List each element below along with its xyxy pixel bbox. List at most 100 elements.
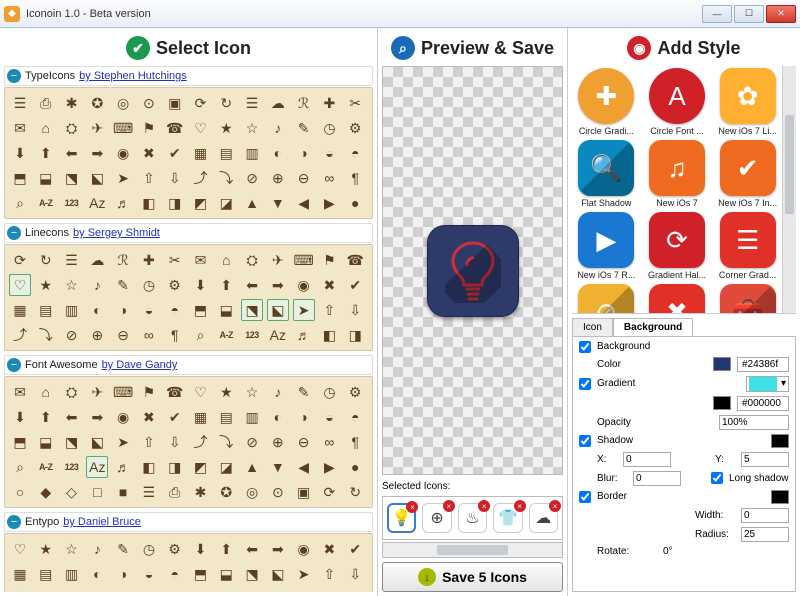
icon-cell[interactable]: ✚ (138, 249, 160, 271)
icon-cell[interactable]: ⤵ (215, 431, 237, 453)
icon-cell[interactable]: Aᴢ (86, 192, 108, 214)
icon-cell[interactable]: ● (344, 192, 366, 214)
icon-cell[interactable]: ✱ (61, 92, 83, 114)
icon-cell[interactable]: ⇩ (344, 563, 366, 585)
icon-cell[interactable]: ➡ (267, 274, 289, 296)
icon-cell[interactable]: ✖ (318, 274, 340, 296)
remove-icon[interactable]: × (406, 501, 418, 513)
selected-chip[interactable]: 💡× (387, 503, 416, 533)
icon-cell[interactable]: ¶ (164, 324, 186, 346)
icon-cell[interactable]: ☆ (61, 274, 83, 296)
icon-cell[interactable]: ▦ (9, 299, 31, 321)
shadow-blur[interactable]: 0 (633, 471, 681, 486)
gradient-swatch[interactable] (713, 396, 731, 410)
icon-cell[interactable]: ⚙ (164, 274, 186, 296)
icon-cell[interactable]: ◐ (267, 406, 289, 428)
collapse-icon[interactable]: − (7, 515, 21, 529)
icon-cell[interactable]: ⚑ (318, 249, 340, 271)
icon-cell[interactable]: A-Z (215, 324, 237, 346)
icon-cell[interactable]: ⌂ (35, 117, 57, 139)
icon-cell[interactable]: ▥ (241, 406, 263, 428)
style-item[interactable]: ▶New iOs 7 R... (574, 212, 639, 280)
icon-cell[interactable]: ◨ (344, 588, 366, 592)
icon-cell[interactable]: ☁ (267, 92, 289, 114)
author-link[interactable]: by Daniel Bruce (63, 516, 141, 528)
icon-cell[interactable]: ⬅ (61, 406, 83, 428)
icon-cell[interactable]: ✪ (215, 481, 237, 503)
icon-cell[interactable]: ∞ (138, 588, 160, 592)
icon-cell[interactable]: ◓ (344, 142, 366, 164)
icon-cell[interactable]: ⎙ (35, 92, 57, 114)
style-item[interactable]: ⟳Gradient Hal... (645, 212, 710, 280)
author-link[interactable]: by Stephen Hutchings (79, 70, 187, 82)
background-checkbox[interactable] (579, 341, 591, 353)
icon-cell[interactable]: ⇩ (344, 299, 366, 321)
icon-cell[interactable]: ↻ (215, 92, 237, 114)
icon-cell[interactable]: ➡ (267, 538, 289, 560)
long-shadow-checkbox[interactable] (711, 472, 723, 484)
icon-cell[interactable]: ♡ (190, 381, 212, 403)
icon-cell[interactable]: ◓ (164, 563, 186, 585)
shadow-y[interactable]: 5 (741, 452, 789, 467)
icon-cell[interactable]: ⤴ (9, 324, 31, 346)
maximize-button[interactable]: ☐ (734, 5, 764, 23)
icon-cell[interactable]: ▼ (267, 192, 289, 214)
icon-cell[interactable]: ➡ (86, 142, 108, 164)
icon-cell[interactable]: ♪ (86, 274, 108, 296)
icon-cell[interactable]: ⌕ (9, 456, 31, 478)
icon-cell[interactable]: ▥ (241, 142, 263, 164)
icon-cell[interactable]: ⌨ (293, 249, 315, 271)
icon-cell[interactable]: ◒ (318, 142, 340, 164)
icon-cell[interactable]: ⌂ (35, 381, 57, 403)
icon-cell[interactable]: ⊖ (112, 324, 134, 346)
icon-cell[interactable]: ⊕ (86, 588, 108, 592)
gradient-checkbox[interactable] (579, 378, 591, 390)
icon-cell[interactable]: ⬅ (241, 274, 263, 296)
icon-cell[interactable]: ◩ (190, 192, 212, 214)
icon-cell[interactable]: ➡ (86, 406, 108, 428)
style-item[interactable]: ✖New iOs 7 Li... (645, 284, 710, 314)
icon-cell[interactable]: ➤ (112, 167, 134, 189)
icon-cell[interactable]: ⬅ (61, 142, 83, 164)
icon-cell[interactable]: ⊖ (293, 431, 315, 453)
icon-cell[interactable]: Aᴢ (86, 456, 108, 478)
icon-cell[interactable]: ∞ (138, 324, 160, 346)
icon-cell[interactable]: ◉ (293, 274, 315, 296)
style-scrollbar[interactable] (782, 66, 796, 313)
icon-cell[interactable]: ⌕ (190, 588, 212, 592)
icon-cell[interactable]: ⬓ (215, 299, 237, 321)
icon-cell[interactable]: ⬓ (35, 431, 57, 453)
icon-cell[interactable]: ▣ (293, 481, 315, 503)
icon-cell[interactable]: ⤵ (35, 588, 57, 592)
icon-cell[interactable]: ☰ (138, 481, 160, 503)
icon-cell[interactable]: ⊕ (267, 431, 289, 453)
iconset-header[interactable]: −TypeIcons by Stephen Hutchings (4, 66, 373, 86)
remove-icon[interactable]: × (478, 500, 490, 512)
icon-cell[interactable]: ⊕ (86, 324, 108, 346)
icon-cell[interactable]: ⊙ (138, 92, 160, 114)
icon-cell[interactable]: ◷ (138, 538, 160, 560)
collapse-icon[interactable]: − (7, 69, 21, 83)
icon-cell[interactable]: ◑ (112, 563, 134, 585)
icon-cell[interactable]: ✚ (318, 92, 340, 114)
icon-cell[interactable]: ⬔ (241, 299, 263, 321)
icon-cell[interactable]: ◒ (138, 563, 160, 585)
icon-cell[interactable]: ☁ (86, 249, 108, 271)
icon-cell[interactable]: ♡ (190, 117, 212, 139)
icon-cell[interactable]: ⟳ (9, 249, 31, 271)
border-width[interactable]: 0 (741, 508, 789, 523)
icon-cell[interactable]: ⚑ (138, 117, 160, 139)
icon-cell[interactable]: ⊘ (241, 167, 263, 189)
gradient-hex[interactable]: #000000 (737, 396, 789, 411)
shadow-x[interactable]: 0 (623, 452, 671, 467)
shadow-checkbox[interactable] (579, 435, 591, 447)
icon-cell[interactable]: ◷ (138, 274, 160, 296)
opacity-field[interactable]: 100% (719, 415, 789, 430)
icon-cell[interactable]: ⬆ (35, 142, 57, 164)
icon-cell[interactable]: ♬ (293, 588, 315, 592)
icon-cell[interactable]: ✂ (164, 249, 186, 271)
icon-cell[interactable]: ⬕ (86, 167, 108, 189)
icon-cell[interactable]: ⟳ (190, 92, 212, 114)
icon-cell[interactable]: ▶ (318, 456, 340, 478)
icon-cell[interactable]: ⌨ (112, 117, 134, 139)
